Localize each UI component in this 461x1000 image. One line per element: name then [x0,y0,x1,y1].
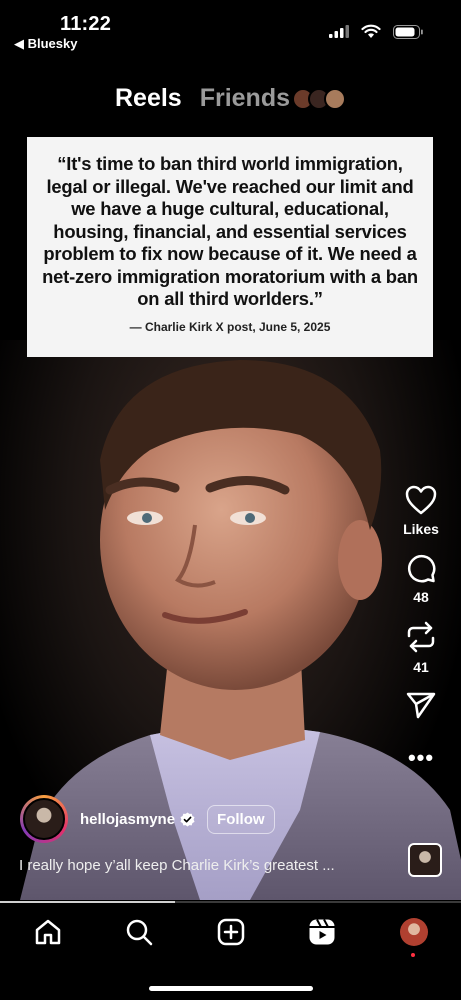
comments-count: 48 [413,589,429,605]
quote-card: “It's time to ban third world immigratio… [27,137,433,357]
nav-reels[interactable] [307,917,337,947]
friend-avatars[interactable] [292,87,346,110]
quote-attribution: — Charlie Kirk X post, June 5, 2025 [129,319,331,334]
share-button[interactable] [406,691,436,719]
feed-tabs: Reels Friends [0,84,461,113]
tab-reels[interactable]: Reels [115,84,182,113]
nav-home[interactable] [33,917,63,947]
nav-create[interactable] [216,917,246,947]
nav-profile[interactable] [399,917,429,947]
friend-avatar [324,87,346,110]
cellular-signal-icon [329,25,349,38]
create-icon [217,918,245,946]
profile-avatar [400,918,428,946]
wifi-icon [361,24,381,38]
comment-button[interactable]: 48 [406,553,436,605]
follow-button[interactable]: Follow [207,804,275,834]
like-button[interactable]: Likes [403,485,439,537]
comment-icon [407,554,436,583]
reel-owner: hellojasmyne Follow [20,795,275,843]
back-to-app-link[interactable]: ◀ Bluesky [14,36,77,52]
reposts-count: 41 [413,659,429,675]
owner-username[interactable]: hellojasmyne [80,811,175,828]
reels-icon [309,919,335,945]
action-rail: Likes 48 41 ••• [395,485,447,771]
repost-icon [407,621,435,653]
status-bar: 11:22 ◀ Bluesky [0,0,461,56]
tab-friends[interactable]: Friends [200,84,290,113]
home-icon [35,919,61,945]
send-icon [406,692,436,719]
more-icon[interactable]: ••• [408,745,434,771]
status-icons [329,24,423,39]
quote-text: “It's time to ban third world immigratio… [42,153,418,309]
search-icon [126,919,153,946]
home-indicator[interactable] [149,986,313,991]
notification-dot [411,953,415,957]
heart-icon [405,485,437,515]
repost-button[interactable]: 41 [406,621,436,675]
reel-caption[interactable]: I really hope y’all keep Charlie Kirk’s … [19,857,379,874]
status-time: 11:22 [60,13,112,35]
likes-label: Likes [403,521,439,537]
battery-icon [393,24,423,39]
verified-badge-icon [180,811,195,827]
nav-search[interactable] [124,917,154,947]
audio-thumbnail[interactable] [408,843,442,877]
owner-avatar[interactable] [20,795,68,843]
